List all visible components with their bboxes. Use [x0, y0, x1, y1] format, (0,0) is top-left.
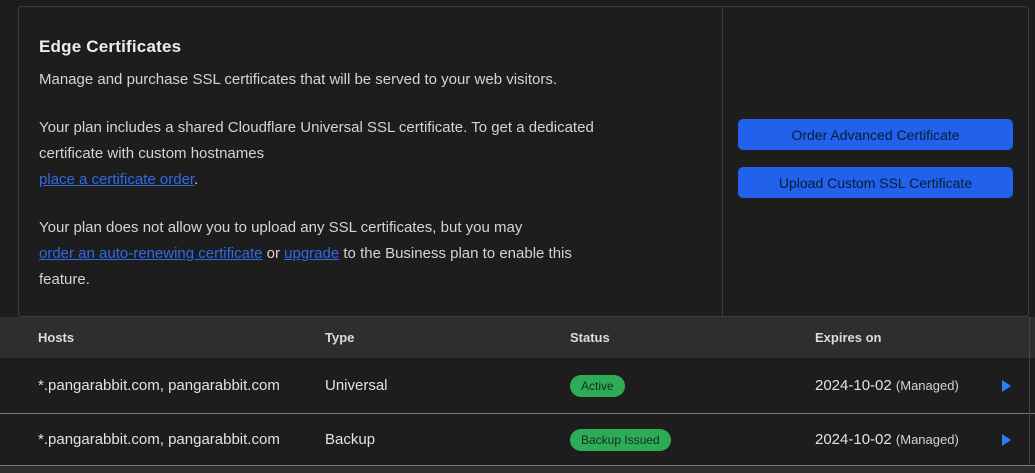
- upload-restriction-paragraph: Your plan does not allow you to upload a…: [39, 215, 702, 293]
- type-cell: Universal: [325, 377, 388, 394]
- upgrade-link[interactable]: upgrade: [284, 245, 339, 262]
- column-header-type: Type: [325, 330, 355, 345]
- order-advanced-certificate-button[interactable]: Order Advanced Certificate: [738, 119, 1013, 150]
- upload-custom-ssl-certificate-button[interactable]: Upload Custom SSL Certificate: [738, 167, 1013, 198]
- hosts-cell: *.pangarabbit.com, pangarabbit.com: [38, 431, 280, 448]
- table-row: *.pangarabbit.com, pangarabbit.com Backu…: [0, 414, 1035, 465]
- subtitle: Manage and purchase SSL certificates tha…: [39, 71, 558, 88]
- universal-ssl-paragraph: Your plan includes a shared Cloudflare U…: [39, 115, 702, 193]
- status-badge: Active: [570, 374, 625, 397]
- managed-label: (Managed): [895, 432, 959, 447]
- status-badge: Backup Issued: [570, 428, 671, 451]
- hosts-cell: *.pangarabbit.com, pangarabbit.com: [38, 377, 280, 394]
- certificates-table: Hosts Type Status Expires on *.pangarabb…: [0, 317, 1035, 465]
- upload-restriction-line3: feature.: [39, 271, 90, 288]
- column-header-expires-on: Expires on: [815, 330, 882, 345]
- edge-certificates-card: Edge Certificates Manage and purchase SS…: [18, 6, 1029, 317]
- universal-ssl-line2: certificate with custom hostnames: [39, 145, 265, 162]
- managed-label: (Managed): [895, 378, 959, 393]
- expand-row-caret-icon[interactable]: [1002, 379, 1011, 392]
- column-header-hosts: Hosts: [38, 330, 75, 345]
- universal-ssl-line1: Your plan includes a shared Cloudflare U…: [39, 119, 594, 136]
- edge-certificates-description: Edge Certificates Manage and purchase SS…: [19, 7, 723, 316]
- certificate-actions-panel: Order Advanced Certificate Upload Custom…: [723, 7, 1028, 316]
- period: .: [194, 171, 199, 188]
- or-text: or: [262, 245, 285, 262]
- next-section-strip: [0, 465, 1035, 473]
- expand-row-caret-icon[interactable]: [1002, 433, 1011, 446]
- expires-cell: 2024-10-02 (Managed): [815, 431, 959, 448]
- expires-cell: 2024-10-02 (Managed): [815, 377, 959, 394]
- page-title: Edge Certificates: [39, 37, 182, 56]
- type-cell: Backup: [325, 431, 376, 448]
- upload-restriction-line1: Your plan does not allow you to upload a…: [39, 219, 523, 236]
- column-header-status: Status: [570, 330, 610, 345]
- order-auto-renewing-certificate-link[interactable]: order an auto-renewing certificate: [39, 245, 262, 262]
- table-row: *.pangarabbit.com, pangarabbit.com Unive…: [0, 358, 1035, 414]
- page-edge-divider: [1029, 317, 1030, 473]
- table-header-row: Hosts Type Status Expires on: [0, 317, 1035, 358]
- place-certificate-order-link[interactable]: place a certificate order: [39, 171, 194, 188]
- business-plan-text: to the Business plan to enable this: [339, 245, 572, 262]
